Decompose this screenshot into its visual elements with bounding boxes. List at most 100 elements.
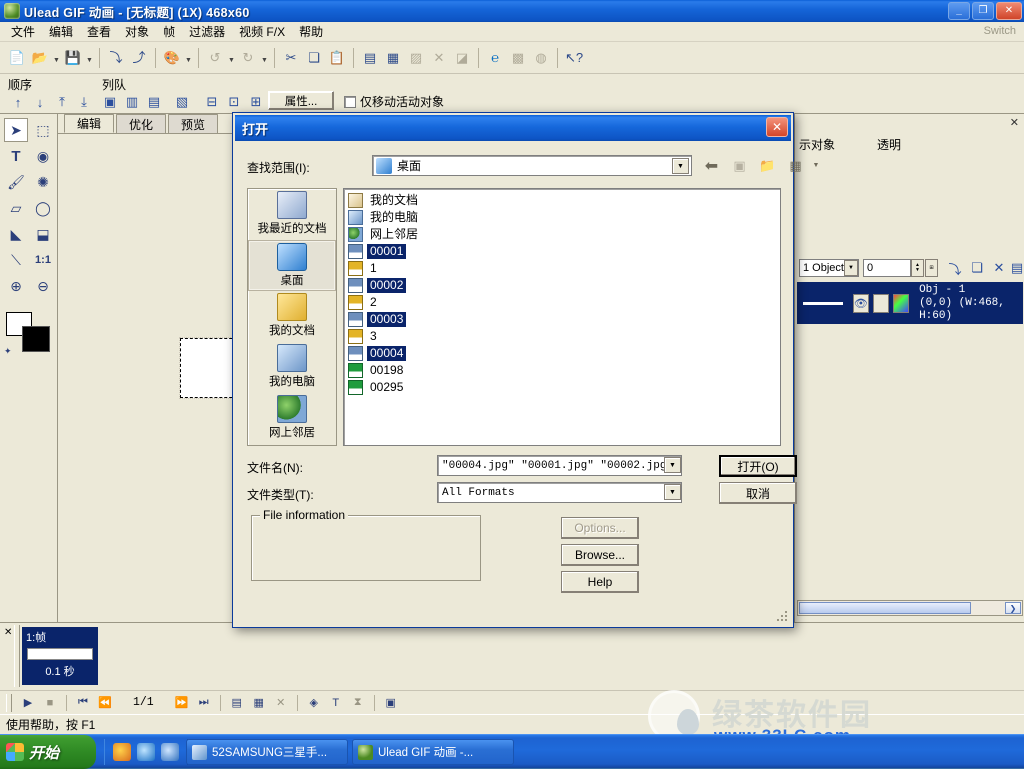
add-object-icon[interactable]: ⤵: [945, 258, 965, 278]
delete-frame-icon[interactable]: ▤: [359, 47, 381, 69]
help-cursor-icon[interactable]: ↖?: [563, 47, 585, 69]
frame-fx-icon[interactable]: ◍: [530, 47, 552, 69]
frame-properties-icon[interactable]: ▣: [381, 693, 401, 713]
text-banner-icon[interactable]: T: [326, 693, 346, 713]
tab-optimize[interactable]: 优化: [116, 114, 166, 133]
close-button[interactable]: ✕: [996, 2, 1022, 20]
magic-wand-tool-icon[interactable]: ✺: [31, 170, 55, 194]
place-my-documents[interactable]: 我的文档: [248, 291, 336, 342]
path-tool-icon[interactable]: ◉: [31, 144, 55, 168]
list-item[interactable]: 我的文档: [348, 192, 780, 209]
properties-button[interactable]: 属性...: [268, 91, 334, 110]
file-name-dropdown-icon[interactable]: ▼: [664, 457, 681, 473]
list-item[interactable]: 网上邻居: [348, 226, 780, 243]
visibility-icon[interactable]: 👁: [853, 294, 869, 313]
restore-button[interactable]: ❐: [972, 2, 994, 20]
menu-item-help[interactable]: 帮助: [292, 21, 330, 42]
prev-frame-icon[interactable]: ⏪: [95, 693, 115, 713]
play-icon[interactable]: ▶: [18, 693, 38, 713]
video-fx-icon[interactable]: ▩: [507, 47, 529, 69]
playbar-grip[interactable]: [6, 694, 12, 712]
scrollbar-thumb[interactable]: [799, 602, 971, 614]
dialog-resize-grip[interactable]: [776, 610, 788, 622]
send-backward-icon[interactable]: ↓: [30, 92, 50, 112]
chevron-down-icon[interactable]: ▼: [844, 260, 858, 276]
optimize-icon[interactable]: ◪: [451, 47, 473, 69]
start-button[interactable]: 开始: [0, 735, 96, 769]
media-player-icon[interactable]: [113, 743, 131, 761]
align-middle-v-icon[interactable]: ⊟: [202, 92, 222, 112]
transform-tool-icon[interactable]: ⬓: [31, 222, 55, 246]
frame-thumbnail-cell[interactable]: 1:帧 0.1 秒: [22, 627, 98, 685]
delete-object-icon[interactable]: ✕: [989, 258, 1009, 278]
duplicate-frame-icon[interactable]: ▦: [249, 693, 269, 713]
list-item[interactable]: 3: [348, 328, 780, 345]
menu-item-edit[interactable]: 编辑: [42, 21, 80, 42]
list-item[interactable]: 00003: [348, 311, 780, 328]
last-frame-icon[interactable]: ⏭: [194, 693, 214, 713]
paste-icon[interactable]: 📋: [326, 47, 348, 69]
mask-icon[interactable]: [873, 294, 889, 313]
send-to-back-icon[interactable]: ⤓: [74, 92, 94, 112]
export-icon[interactable]: ⤴: [128, 47, 150, 69]
new-folder-icon[interactable]: 📁: [756, 155, 779, 176]
menu-item-view[interactable]: 查看: [80, 21, 118, 42]
browse-button[interactable]: Browse...: [561, 544, 639, 566]
eyedropper-tool-icon[interactable]: ⟍: [4, 248, 28, 272]
list-item[interactable]: 00198: [348, 362, 780, 379]
transparency-slider-button[interactable]: ⊞: [925, 259, 938, 277]
align-top-icon[interactable]: ▧: [172, 92, 192, 112]
panel-close-icon[interactable]: ✕: [1010, 116, 1019, 129]
file-type-combo[interactable]: All Formats: [437, 482, 682, 503]
pick-tool-icon[interactable]: ➤: [4, 118, 28, 142]
dialog-close-button[interactable]: ✕: [766, 117, 788, 137]
list-item[interactable]: 00295: [348, 379, 780, 396]
file-name-input[interactable]: "00004.jpg" "00001.jpg" "00002.jpg" "(: [437, 455, 682, 476]
list-item[interactable]: 00001: [348, 243, 780, 260]
next-frame-icon[interactable]: ⏩: [172, 693, 192, 713]
transparency-input[interactable]: 0: [863, 259, 911, 277]
undo-icon[interactable]: ↺: [204, 47, 226, 69]
open-dropdown-arrow-icon[interactable]: ▼: [52, 47, 61, 69]
text-tool-icon[interactable]: T: [4, 144, 28, 168]
align-center-h-icon[interactable]: ▥: [122, 92, 142, 112]
views-dropdown-arrow-icon[interactable]: ▼: [812, 155, 820, 176]
open-icon[interactable]: 📂: [29, 47, 51, 69]
background-color-swatch[interactable]: [22, 326, 50, 352]
options-button[interactable]: Options...: [561, 517, 639, 539]
zoom-out-tool-icon[interactable]: ⊖: [31, 274, 55, 298]
move-active-object-checkbox-row[interactable]: 仅移动活动对象: [344, 93, 444, 110]
browser-preview-icon[interactable]: ℮: [484, 47, 506, 69]
reverse-icon[interactable]: ⧗: [348, 693, 368, 713]
transparency-stepper[interactable]: ▲▼: [911, 259, 924, 277]
one-to-one-tool-icon[interactable]: 1:1: [31, 248, 55, 272]
place-my-computer[interactable]: 我的电脑: [248, 342, 336, 393]
bring-to-front-icon[interactable]: ⤒: [52, 92, 72, 112]
object-list-row[interactable]: 👁 Obj - 1 (0,0) (W:468, H:60): [797, 282, 1023, 324]
tab-preview[interactable]: 预览: [168, 114, 218, 133]
color-icon[interactable]: [893, 294, 909, 313]
look-in-combo[interactable]: 桌面 ▼: [372, 155, 692, 176]
menu-item-file[interactable]: 文件: [4, 21, 42, 42]
tab-edit[interactable]: 编辑: [64, 114, 114, 133]
object-selector-combo[interactable]: 1 Object: ▼: [799, 259, 859, 277]
file-type-dropdown-icon[interactable]: ▼: [664, 484, 681, 500]
place-desktop[interactable]: 桌面: [248, 240, 336, 291]
wizard-dropdown-arrow-icon[interactable]: ▼: [184, 47, 193, 69]
place-recent-documents[interactable]: 我最近的文档: [248, 189, 336, 240]
paint-bucket-tool-icon[interactable]: ◣: [4, 222, 28, 246]
place-network-places[interactable]: 网上邻居: [248, 393, 336, 444]
list-item[interactable]: 00002: [348, 277, 780, 294]
new-icon[interactable]: 📄: [6, 47, 28, 69]
back-icon[interactable]: ⬅: [700, 155, 723, 176]
save-icon[interactable]: 💾: [62, 47, 84, 69]
tween-icon[interactable]: ◈: [304, 693, 324, 713]
distribute-icon[interactable]: ⊞: [246, 92, 266, 112]
frame-panel-close-icon[interactable]: ✕: [4, 627, 12, 638]
frame-panel-grip[interactable]: [14, 625, 20, 687]
taskbar-item-ulead[interactable]: Ulead GIF 动画 -...: [352, 739, 514, 765]
taskbar-item-samsung[interactable]: 52SAMSUNG三星手...: [186, 739, 348, 765]
align-bottom-icon[interactable]: ⊡: [224, 92, 244, 112]
eraser-tool-icon[interactable]: ▱: [4, 196, 28, 220]
paintbrush-tool-icon[interactable]: 🖌: [4, 170, 28, 194]
